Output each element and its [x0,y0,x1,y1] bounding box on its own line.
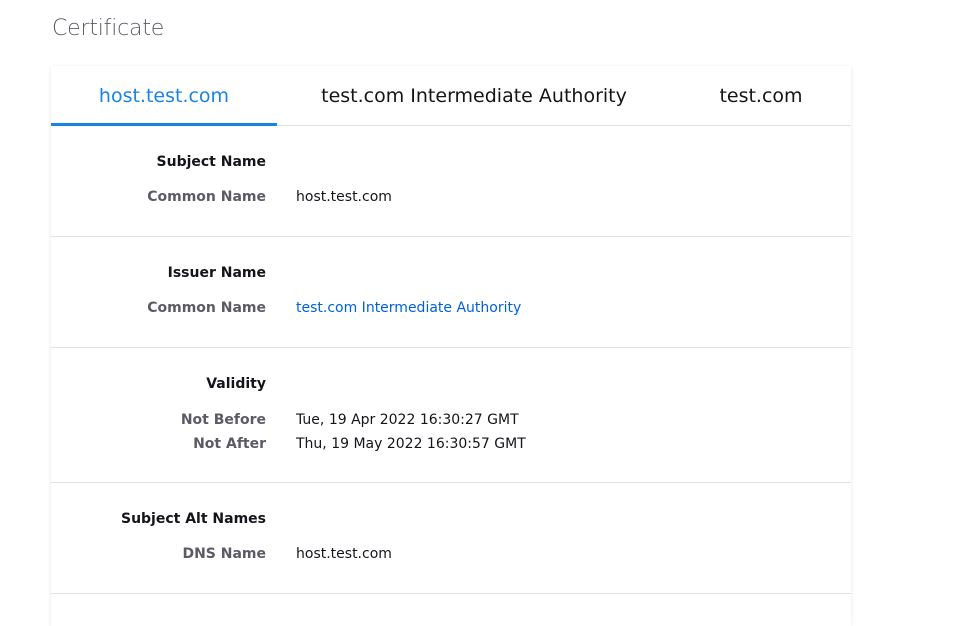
tab-intermediate-authority[interactable]: test.com Intermediate Authority [277,66,671,125]
row-value: host.test.com [296,189,392,205]
row-value: host.test.com [296,546,392,562]
row-label: Common Name [147,300,266,316]
issuer-link[interactable]: test.com Intermediate Authority [296,300,521,316]
section-heading: Subject Alt Names [120,511,266,527]
page-title: Certificate [52,16,165,41]
row-label: DNS Name [182,546,266,562]
validity-section: Validity Not Before Tue, 19 Apr 2022 16:… [51,348,851,483]
row-label: Not After [193,436,266,452]
section-heading: Issuer Name [167,265,266,281]
certificate-card: host.test.com test.com Intermediate Auth… [51,66,851,626]
tab-label: test.com [719,84,803,107]
row-label: Not Before [180,412,266,428]
row-value: Thu, 19 May 2022 16:30:57 GMT [296,436,526,452]
tab-label: test.com Intermediate Authority [321,84,627,107]
info-row: DNS Name host.test.com [51,546,851,566]
subject-name-section: Subject Name Common Name host.test.com [51,126,851,237]
subject-alt-names-section: Subject Alt Names DNS Name host.test.com [51,483,851,594]
tab-test-com[interactable]: test.com [671,66,851,125]
tab-host-test-com[interactable]: host.test.com [51,66,277,126]
row-label: Common Name [147,189,266,205]
section-heading: Subject Name [156,154,266,170]
row-value: Tue, 19 Apr 2022 16:30:27 GMT [296,412,519,428]
certificate-tabs: host.test.com test.com Intermediate Auth… [51,66,851,126]
tab-label: host.test.com [98,84,230,107]
issuer-name-section: Issuer Name Common Name test.com Interme… [51,237,851,348]
info-row: Not Before Tue, 19 Apr 2022 16:30:27 GMT [51,412,851,432]
info-row: Not After Thu, 19 May 2022 16:30:57 GMT [51,436,851,456]
info-row: Common Name host.test.com [51,189,851,209]
section-heading: Validity [206,376,266,392]
info-row: Common Name test.com Intermediate Author… [51,300,851,320]
